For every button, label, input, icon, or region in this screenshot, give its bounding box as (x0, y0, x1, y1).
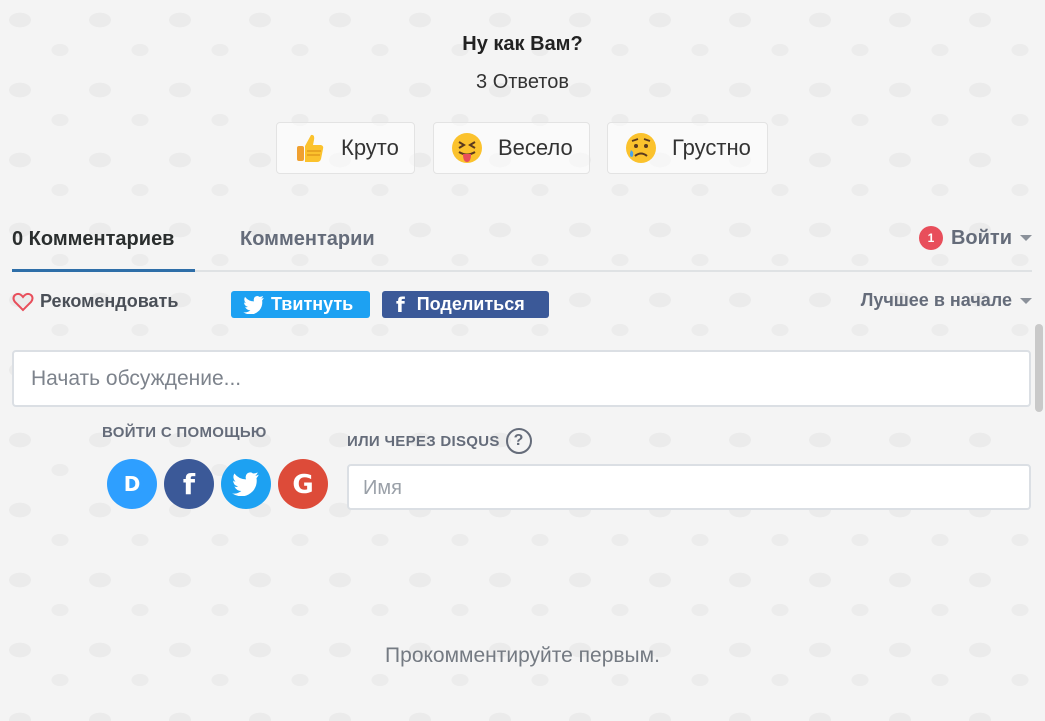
svg-text:D: D (124, 472, 141, 496)
recommend-button[interactable]: Рекомендовать (12, 291, 178, 312)
scrollbar-thumb[interactable] (1035, 324, 1043, 412)
facebook-icon: f (396, 292, 405, 317)
tweet-button[interactable]: Твитнуть (231, 291, 370, 318)
twitter-login-button[interactable] (221, 459, 271, 509)
reaction-cool-label: Круто (341, 135, 399, 160)
reactions-title: Ну как Вам? (462, 33, 583, 55)
disqus-icon: D (120, 471, 144, 496)
recommend-label: Рекомендовать (40, 291, 179, 311)
comment-tabs: 0 Комментариев Комментарии 1 Войти (12, 222, 1032, 272)
login-dropdown[interactable]: 1 Войти (918, 226, 1032, 250)
reaction-funny-label: Весело (498, 135, 573, 160)
share-label: Поделиться (416, 294, 525, 314)
tweet-label: Твитнуть (271, 294, 354, 314)
sort-label: Лучшее в начале (860, 290, 1012, 310)
tongue-out-face-icon (450, 131, 484, 165)
sort-dropdown[interactable]: Лучшее в начале (861, 290, 1032, 311)
twitter-icon (243, 295, 264, 314)
sad-face-icon (624, 131, 658, 165)
reaction-sad-button[interactable]: Грустно (607, 122, 768, 174)
twitter-icon (232, 472, 259, 496)
comment-input[interactable]: Начать обсуждение... (12, 350, 1031, 407)
active-tab-indicator (12, 269, 195, 272)
heart-icon (12, 292, 34, 311)
login-with-label: ВОЙТИ С ПОМОЩЬЮ (102, 424, 267, 441)
reaction-sad-label: Грустно (672, 135, 751, 160)
reaction-funny-button[interactable]: Весело (433, 122, 590, 174)
google-icon: G (292, 470, 313, 498)
chevron-down-icon (1020, 297, 1032, 304)
empty-state-message: Прокомментируйте первым. (385, 644, 660, 667)
tab-comments-count[interactable]: 0 Комментариев (12, 228, 174, 251)
name-field[interactable]: Имя (347, 464, 1031, 510)
chevron-down-icon (1020, 235, 1032, 241)
facebook-icon: f (183, 470, 196, 498)
notification-badge: 1 (918, 226, 943, 250)
login-label: Войти (950, 226, 1012, 249)
or-disqus-text: ИЛИ ЧЕРЕЗ DISQUS (347, 432, 500, 450)
svg-text:f: f (183, 470, 196, 498)
google-login-button[interactable]: G (278, 459, 328, 509)
facebook-login-button[interactable]: f (164, 459, 214, 509)
tab-community[interactable]: Комментарии (240, 228, 375, 251)
svg-text:G: G (292, 470, 313, 498)
reaction-cool-button[interactable]: Круто (276, 122, 415, 174)
or-disqus-label: ИЛИ ЧЕРЕЗ DISQUS ? (347, 428, 532, 454)
help-icon[interactable]: ? (505, 428, 532, 454)
thumbs-up-icon (293, 131, 327, 165)
disqus-login-button[interactable]: D (107, 459, 157, 509)
reactions-count: 3 Ответов (476, 71, 569, 93)
share-button[interactable]: f Поделиться (382, 291, 549, 318)
